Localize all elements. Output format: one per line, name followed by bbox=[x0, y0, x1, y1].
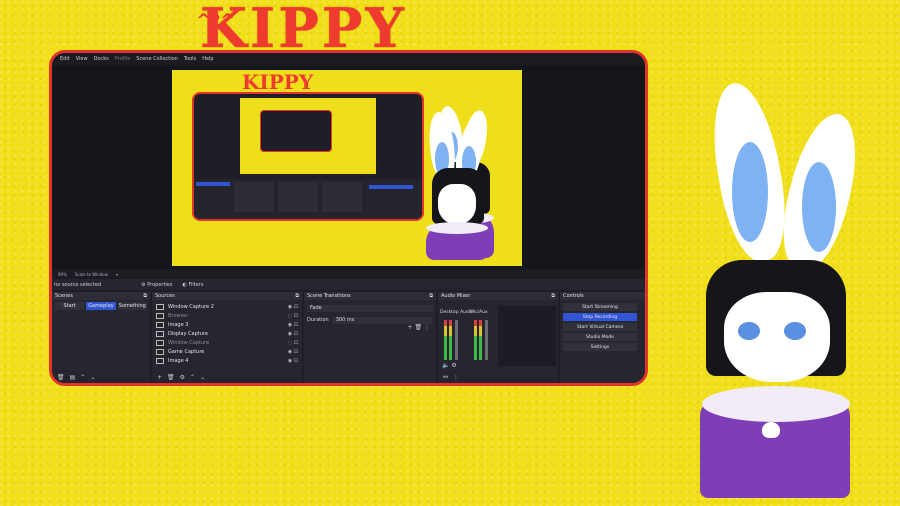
desktop-meter bbox=[444, 320, 447, 360]
add-icon[interactable]: + bbox=[157, 374, 162, 381]
start-virtual-camera-button[interactable]: Start Virtual Camera bbox=[563, 323, 637, 331]
source-toolbar: no source selected ⚙ Properties ◐ Filter… bbox=[52, 279, 645, 290]
nested-obs-window bbox=[192, 92, 424, 221]
window-icon bbox=[156, 339, 164, 346]
speaker-icon[interactable]: 🔈 ⚙ bbox=[442, 362, 457, 369]
source-item[interactable]: Browser ◌ ⊡ bbox=[152, 311, 302, 320]
source-item[interactable]: Window Capture 2 ◉ ⊡ bbox=[152, 302, 302, 311]
mini-kippy-logo: KIPPY bbox=[242, 70, 314, 94]
filters-button[interactable]: ◐ Filters bbox=[182, 282, 203, 288]
eye-lock-icon[interactable]: ◉ ⊡ bbox=[288, 331, 298, 337]
globe-icon bbox=[156, 312, 164, 319]
image-icon bbox=[156, 357, 164, 364]
mixer-title: Audio Mixer bbox=[441, 293, 471, 299]
gear-icon[interactable]: ⚙ bbox=[180, 374, 185, 381]
menu-help[interactable]: Help bbox=[202, 56, 213, 62]
controls-title: Controls bbox=[563, 293, 584, 299]
scene-start[interactable]: Start bbox=[55, 302, 85, 310]
audio-mixer-dock: Audio Mixer ⧉ Desktop Audio Mic/Aux 🔈 ⚙ ⚯… bbox=[438, 292, 558, 383]
eye-lock-icon[interactable]: ◉ ⊡ bbox=[288, 349, 298, 355]
chevron-down-icon[interactable]: ▾ bbox=[116, 272, 118, 277]
transitions-title: Scene Transitions bbox=[307, 293, 351, 299]
trash-icon[interactable]: 🗑 bbox=[57, 374, 65, 381]
nested-docks bbox=[194, 179, 422, 219]
trash-icon[interactable]: 🗑 bbox=[167, 374, 175, 381]
status-bar: 99% Scale to Window ▾ bbox=[52, 269, 645, 279]
source-item[interactable]: Image 3 ◉ ⊡ bbox=[152, 320, 302, 329]
display-icon bbox=[156, 330, 164, 337]
dock-menu-icon[interactable]: ⧉ bbox=[143, 293, 147, 299]
heart-icon bbox=[762, 422, 780, 438]
eye-lock-icon[interactable]: ◉ ⊡ bbox=[288, 358, 298, 364]
menu-scene-collection[interactable]: Scene Collection bbox=[136, 56, 178, 62]
scenes-dock: Scenes ⧉ Start Gameplay Something 🗑 ▤ ⌃ ⌄ bbox=[52, 292, 150, 383]
image-icon bbox=[156, 321, 164, 328]
down-icon[interactable]: ⌄ bbox=[200, 374, 205, 381]
sources-dock: Sources ⧉ Window Capture 2 ◉ ⊡ Browser ◌ ⊡ … bbox=[152, 292, 302, 383]
nested-preview bbox=[240, 98, 376, 174]
left-eye bbox=[738, 322, 760, 340]
gamepad-icon bbox=[156, 348, 164, 355]
sources-title: Sources bbox=[155, 293, 175, 299]
mic-fader[interactable] bbox=[485, 320, 488, 360]
scale-mode[interactable]: Scale to Window bbox=[75, 272, 108, 277]
menu-profile[interactable]: Profile bbox=[115, 56, 131, 62]
scenes-title: Scenes bbox=[55, 293, 73, 299]
kippy-character bbox=[680, 77, 880, 502]
mixer-empty-area bbox=[498, 306, 556, 366]
stop-recording-button[interactable]: Stop Recording bbox=[563, 313, 637, 321]
mic-meter bbox=[474, 320, 477, 360]
mic-meter bbox=[479, 320, 482, 360]
up-icon[interactable]: ⌃ bbox=[190, 374, 195, 381]
down-icon[interactable]: ⌄ bbox=[90, 374, 95, 381]
link-icon[interactable]: ⚯ bbox=[443, 374, 448, 381]
source-item[interactable]: Image 4 ◉ ⊡ bbox=[152, 356, 302, 365]
eye-lock-icon[interactable]: ◌ ⊡ bbox=[288, 313, 298, 319]
start-streaming-button[interactable]: Start Streaming bbox=[563, 303, 637, 311]
duration-input[interactable]: 300 ms bbox=[332, 316, 433, 324]
filter-icon[interactable]: ▤ bbox=[70, 374, 76, 381]
properties-button[interactable]: ⚙ Properties bbox=[141, 282, 172, 288]
menu-tools[interactable]: Tools bbox=[184, 56, 196, 62]
obs-window: Edit View Docks Profile Scene Collection… bbox=[49, 50, 648, 386]
eye-lock-icon[interactable]: ◉ ⊡ bbox=[288, 322, 298, 328]
scene-gameplay[interactable]: Gameplay bbox=[86, 302, 116, 310]
right-eye bbox=[784, 322, 806, 340]
eye-lock-icon[interactable]: ◉ ⊡ bbox=[288, 304, 298, 310]
settings-button[interactable]: Settings bbox=[563, 343, 637, 351]
studio-mode-button[interactable]: Studio Mode bbox=[563, 333, 637, 341]
scene-something[interactable]: Something bbox=[117, 302, 147, 310]
menu-edit[interactable]: Edit bbox=[60, 56, 70, 62]
duration-label: Duration bbox=[307, 317, 329, 323]
no-source-label: no source selected bbox=[54, 281, 102, 288]
preview-area[interactable]: KIPPY bbox=[52, 65, 645, 269]
dock-menu-icon[interactable]: ⧉ bbox=[295, 293, 299, 299]
source-item[interactable]: Window Capture ◌ ⊡ bbox=[152, 338, 302, 347]
docks-area: Scenes ⧉ Start Gameplay Something 🗑 ▤ ⌃ ⌄… bbox=[52, 292, 645, 383]
source-item[interactable]: Game Capture ◉ ⊡ bbox=[152, 347, 302, 356]
mid-character bbox=[418, 110, 498, 262]
dock-menu-icon[interactable]: ⧉ bbox=[551, 293, 555, 299]
up-icon[interactable]: ⌃ bbox=[80, 374, 85, 381]
monitor-icon bbox=[156, 303, 164, 310]
menu-docks[interactable]: Docks bbox=[94, 56, 109, 62]
transitions-dock: Scene Transitions ⧉ Fade Duration 300 ms … bbox=[304, 292, 436, 383]
controls-dock: Controls Start Streaming Stop Recording … bbox=[560, 292, 645, 383]
zoom-level[interactable]: 99% bbox=[58, 272, 67, 277]
desktop-fader[interactable] bbox=[455, 320, 458, 360]
more-icon[interactable]: ⋮ bbox=[453, 374, 459, 381]
eye-lock-icon[interactable]: ◌ ⊡ bbox=[288, 340, 298, 346]
source-item[interactable]: Display Capture ◉ ⊡ bbox=[152, 329, 302, 338]
desktop-meter bbox=[449, 320, 452, 360]
menu-view[interactable]: View bbox=[76, 56, 88, 62]
dock-menu-icon[interactable]: ⧉ bbox=[429, 293, 433, 299]
menu-bar: Edit View Docks Profile Scene Collection… bbox=[52, 53, 645, 65]
transition-tools[interactable]: + 🗑 ⋮ bbox=[408, 324, 430, 331]
transition-select[interactable]: Fade bbox=[307, 304, 433, 312]
